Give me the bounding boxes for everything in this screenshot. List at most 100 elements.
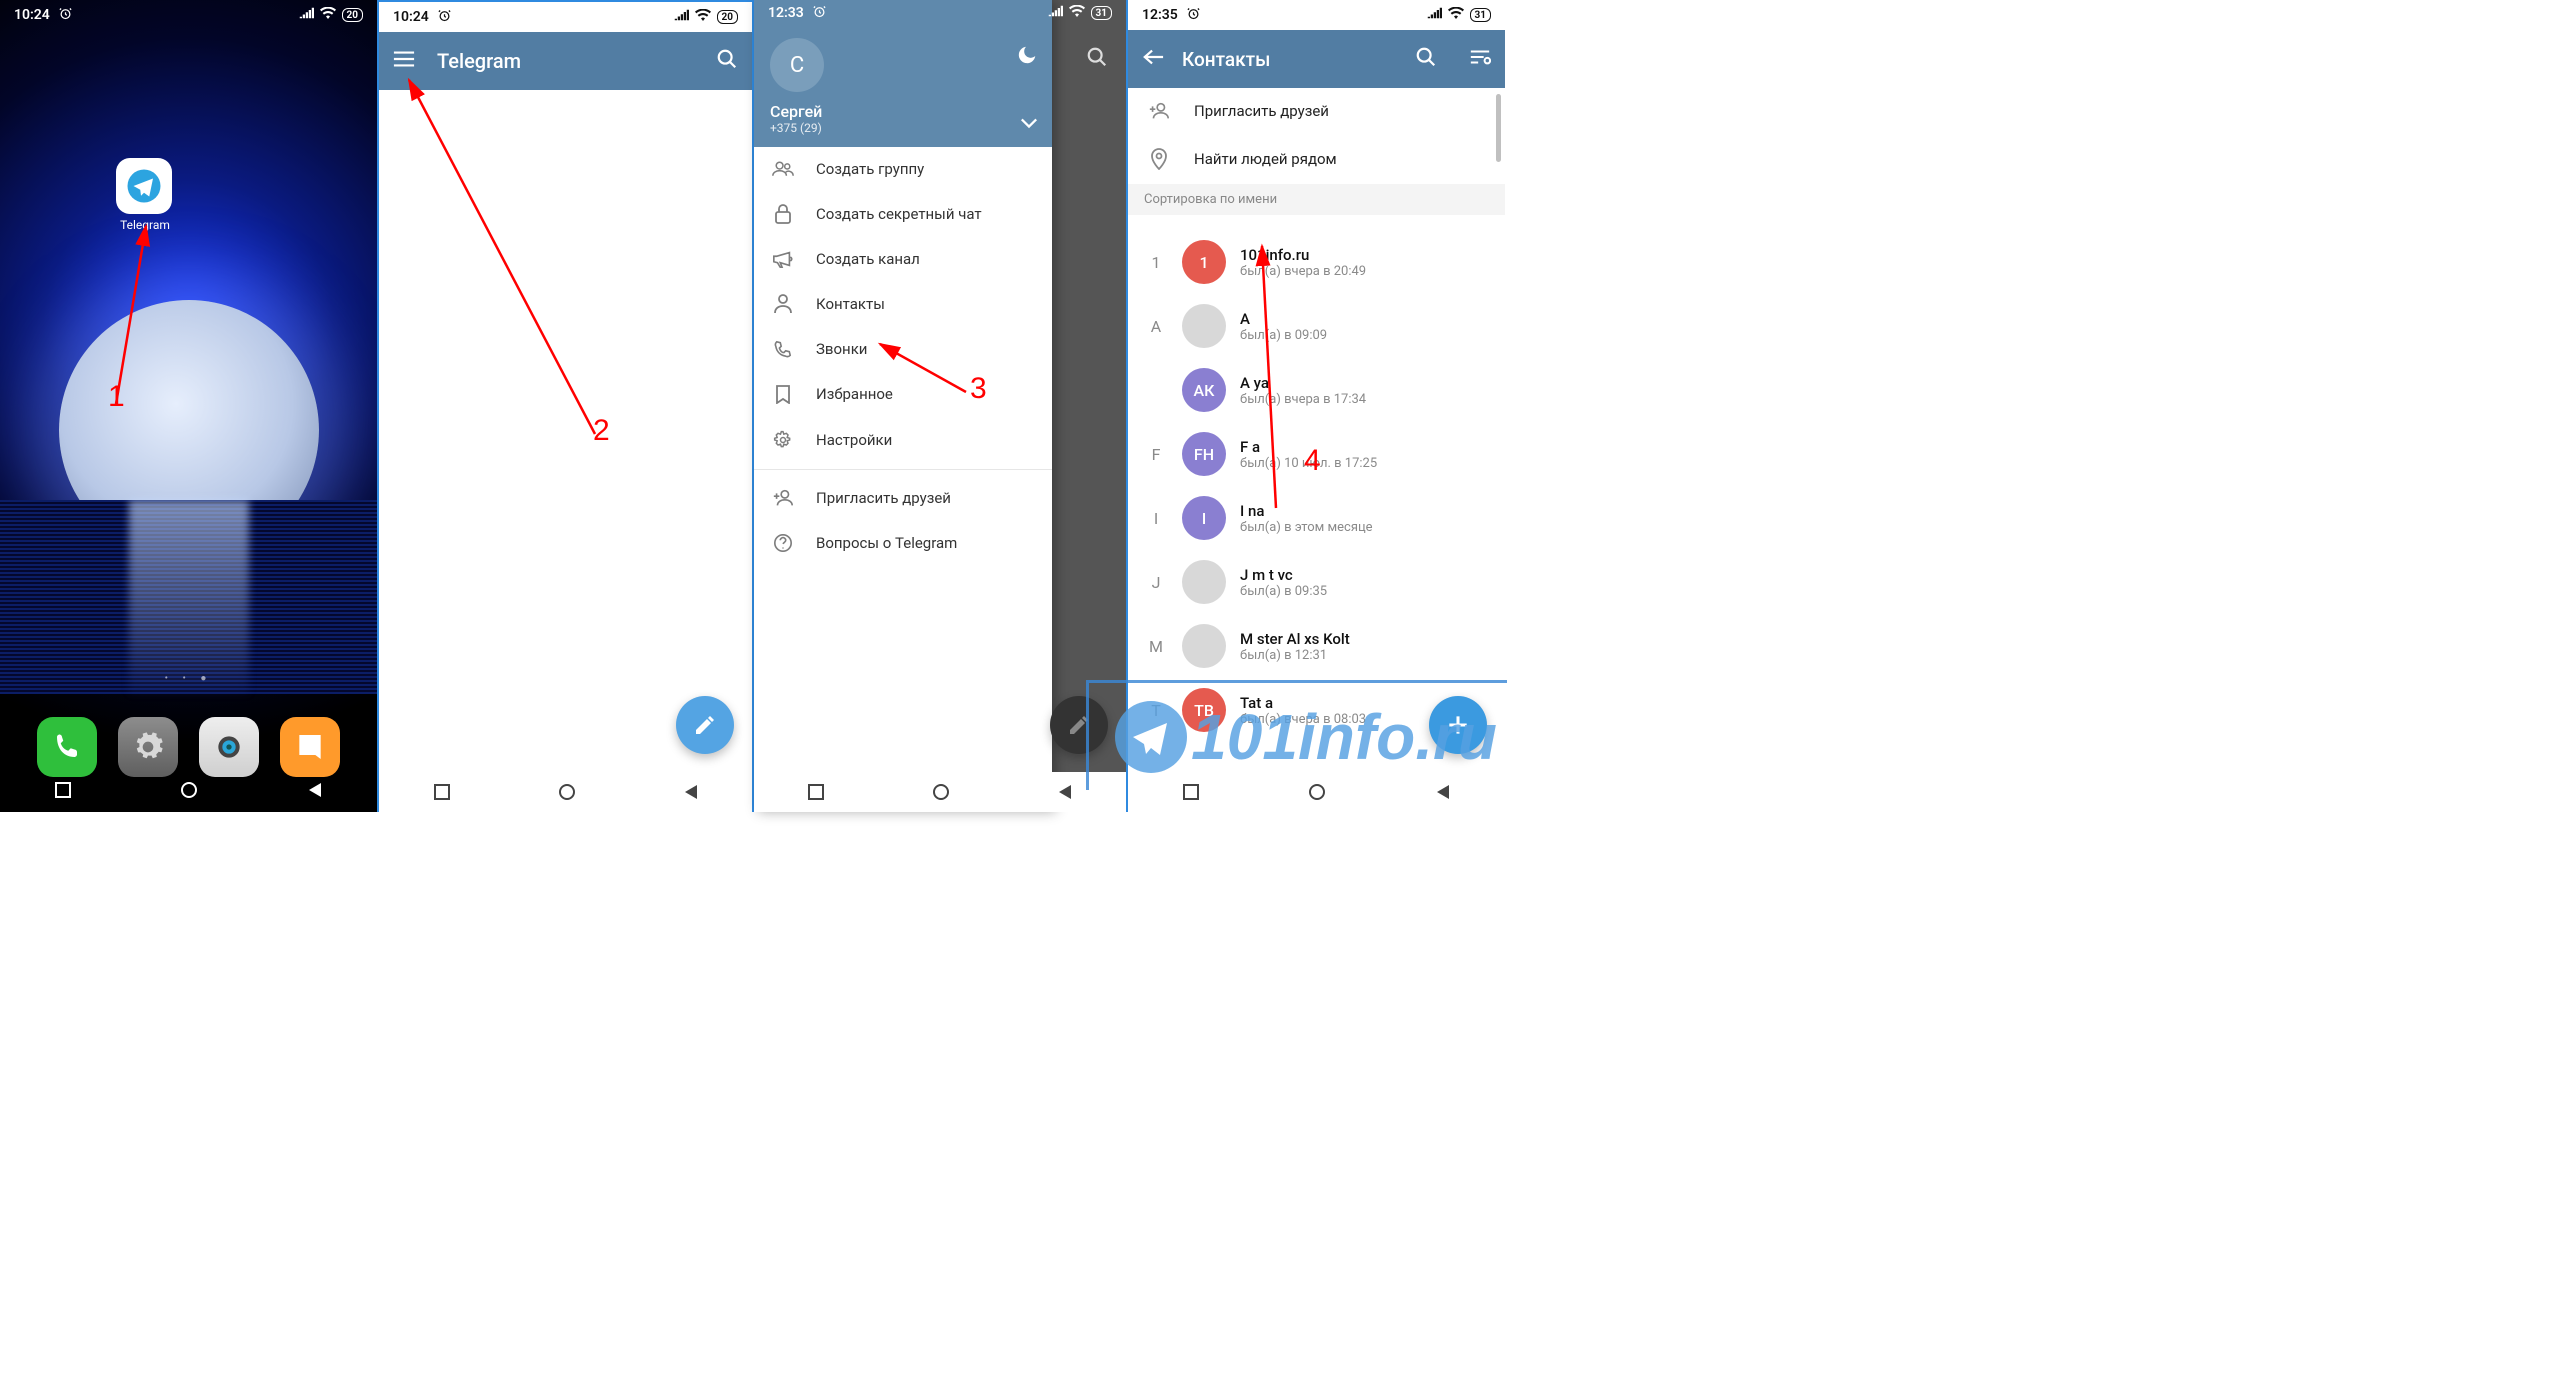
contact-row[interactable]: JJ m t vcбыл(а) в 09:35 [1128, 550, 1505, 614]
signal-icon [674, 9, 689, 25]
screenshot-telegram-empty: 10:24 20 Telegram 2 [379, 0, 754, 812]
contact-row[interactable]: III naбыл(а) в этом месяце [1128, 486, 1505, 550]
contact-name: F a [1240, 438, 1377, 456]
divider [754, 469, 1052, 470]
contact-info: M ster Al xs Koltбыл(а) в 12:31 [1240, 630, 1350, 663]
nav-home-icon[interactable] [558, 783, 576, 801]
contact-row[interactable]: 11101info.ruбыл(а) вчера в 20:49 [1128, 230, 1505, 294]
drawer: С Сергей +375 (29) Создать группу Создат… [754, 0, 1052, 812]
alarm-icon [437, 8, 452, 27]
contact-row[interactable]: M M ster Al xs Koltбыл(а) в 12:31 [1128, 614, 1505, 678]
telegram-app-label: Telegram [116, 218, 174, 232]
back-icon[interactable] [1142, 48, 1164, 70]
index-letter: I [1144, 509, 1168, 528]
android-nav [0, 770, 377, 810]
telegram-app-icon[interactable]: Telegram [116, 158, 174, 232]
signal-icon [1427, 7, 1442, 23]
menu-settings[interactable]: Настройки [754, 417, 1052, 463]
menu-new-channel[interactable]: Создать канал [754, 237, 1052, 281]
contact-info: Aбыл(а) в 09:09 [1240, 310, 1327, 343]
nav-recent-icon[interactable] [807, 783, 825, 801]
phone-icon [772, 340, 794, 358]
battery-indicator: 31 [1091, 6, 1112, 20]
find-nearby-row[interactable]: Найти людей рядом [1128, 134, 1505, 184]
profile-phone: +375 (29) [770, 121, 1036, 135]
contact-status: был(а) в 09:09 [1240, 328, 1327, 343]
status-time: 10:24 [393, 9, 429, 25]
contact-info: 101info.ruбыл(а) вчера в 20:49 [1240, 246, 1366, 279]
chevron-down-icon[interactable] [1020, 114, 1038, 133]
contact-status: был(а) в 09:35 [1240, 584, 1327, 599]
menu-saved[interactable]: Избранное [754, 371, 1052, 417]
new-message-fab[interactable] [676, 696, 734, 754]
megaphone-icon [772, 250, 794, 268]
menu-secret-chat[interactable]: Создать секретный чат [754, 191, 1052, 237]
chat-list-empty [379, 90, 752, 772]
nav-home-icon[interactable] [932, 783, 950, 801]
status-time: 12:33 [768, 5, 804, 21]
android-nav [754, 772, 1126, 812]
alarm-icon [812, 4, 827, 23]
appbar: Telegram [379, 32, 752, 90]
contact-status: был(а) в 12:31 [1240, 648, 1350, 663]
invite-friends-row[interactable]: Пригласить друзей [1128, 88, 1505, 134]
contact-row[interactable]: А Aбыл(а) в 09:09 [1128, 294, 1505, 358]
wifi-icon [1448, 7, 1464, 23]
contact-status: был(а) 10 июл. в 17:25 [1240, 456, 1377, 471]
menu-new-group[interactable]: Создать группу [754, 147, 1052, 191]
search-icon[interactable] [716, 48, 738, 74]
notes-app-icon[interactable] [280, 717, 340, 777]
status-bar: 12:35 31 [1128, 0, 1505, 30]
index-letter: 1 [1144, 253, 1168, 272]
nav-home-icon[interactable] [180, 781, 198, 799]
contact-row[interactable]: FFHF aбыл(а) 10 июл. в 17:25 [1128, 422, 1505, 486]
status-bar: 10:24 20 [379, 2, 752, 32]
contact-name: I na [1240, 502, 1373, 520]
page-dots: • • ● [0, 673, 377, 684]
help-icon [772, 533, 794, 553]
menu-invite[interactable]: Пригласить друзей [754, 476, 1052, 520]
index-letter: А [1144, 317, 1168, 336]
telegram-logo-icon [1115, 701, 1187, 773]
contact-row[interactable]: АКA yaбыл(а) вчера в 17:34 [1128, 358, 1505, 422]
camera-app-icon[interactable] [199, 717, 259, 777]
screenshot-home: 10:24 20 Telegram • • ● [0, 0, 379, 812]
wifi-icon [695, 9, 711, 25]
status-time: 12:35 [1142, 7, 1178, 23]
settings-app-icon[interactable] [118, 717, 178, 777]
index-letter: M [1144, 637, 1168, 656]
contact-status: был(а) вчера в 17:34 [1240, 392, 1366, 407]
contact-name: M ster Al xs Kolt [1240, 630, 1350, 648]
wifi-icon [320, 7, 336, 23]
night-mode-icon[interactable] [1016, 44, 1038, 70]
gear-icon [772, 430, 794, 450]
nav-back-icon[interactable] [683, 783, 699, 801]
appbar: Контакты [1128, 30, 1505, 88]
contact-avatar [1182, 624, 1226, 668]
battery-indicator: 20 [717, 10, 738, 24]
screenshot-drawer: 12:33 31 С Сергей +375 (29) Создать груп… [754, 0, 1128, 812]
search-icon[interactable] [1086, 46, 1108, 72]
contact-status: был(а) в этом месяце [1240, 520, 1373, 535]
status-time: 10:24 [14, 7, 50, 23]
water-graphic [0, 500, 377, 694]
nav-recent-icon[interactable] [433, 783, 451, 801]
sort-header: Сортировка по имени [1128, 184, 1505, 215]
contact-avatar [1182, 560, 1226, 604]
profile-avatar[interactable]: С [770, 38, 824, 92]
contact-avatar [1182, 304, 1226, 348]
status-bar: 12:33 31 [754, 0, 1126, 26]
sort-icon[interactable] [1469, 48, 1491, 70]
search-icon[interactable] [1415, 46, 1437, 72]
menu-calls[interactable]: Звонки [754, 327, 1052, 371]
profile-name: Сергей [770, 102, 1036, 121]
nav-back-icon[interactable] [1057, 783, 1073, 801]
menu-contacts[interactable]: Контакты [754, 281, 1052, 327]
contact-status: был(а) вчера в 20:49 [1240, 264, 1366, 279]
phone-app-icon[interactable] [37, 717, 97, 777]
nav-back-icon[interactable] [307, 781, 323, 799]
menu-faq[interactable]: Вопросы о Telegram [754, 520, 1052, 566]
scrollbar[interactable] [1496, 94, 1501, 162]
hamburger-icon[interactable] [393, 50, 415, 72]
nav-recent-icon[interactable] [54, 781, 72, 799]
